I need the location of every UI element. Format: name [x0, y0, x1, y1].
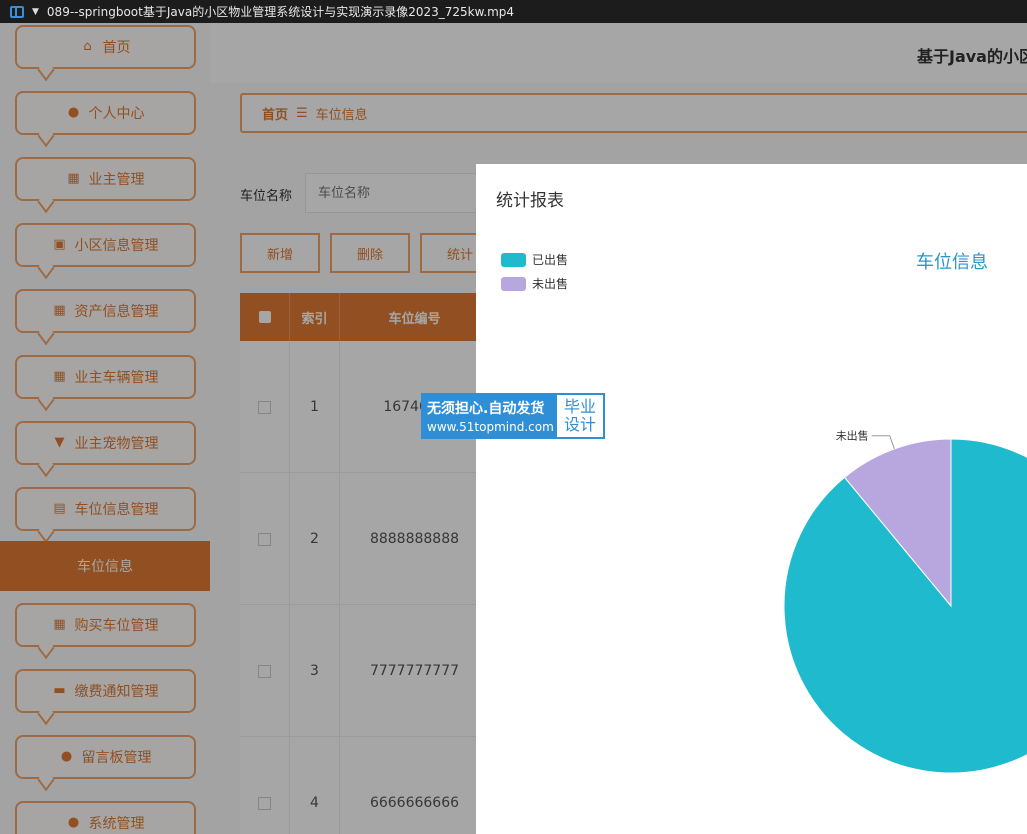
- watermark-side-top: 毕业: [563, 397, 596, 416]
- video-file-title: 089--springboot基于Java的小区物业管理系统设计与实现演示录像2…: [46, 5, 515, 19]
- watermark-side-bottom: 设计: [563, 415, 596, 434]
- player-title-bar: ▼ 089--springboot基于Java的小区物业管理系统设计与实现演示录…: [0, 0, 1027, 23]
- pie-slice-label: 未出售: [836, 429, 869, 443]
- pie-chart: 未出售: [783, 429, 1027, 774]
- watermark-side: 毕业 设计: [557, 395, 603, 437]
- watermark-text: 无须担心.自动发货 www.51topmind.com: [423, 395, 557, 437]
- watermark-line2: www.51topmind.com: [427, 420, 554, 434]
- playlist-icon[interactable]: [10, 5, 24, 18]
- stats-report-dialog: 统计报表 已出售 未出售 车位信息 未出售: [476, 164, 1027, 834]
- watermark-badge: 无须担心.自动发货 www.51topmind.com 毕业 设计: [421, 393, 605, 439]
- watermark-line1: 无须担心.自动发货: [427, 401, 545, 417]
- chevron-down-icon[interactable]: ▼: [32, 7, 39, 17]
- pie-label-line: [871, 435, 895, 450]
